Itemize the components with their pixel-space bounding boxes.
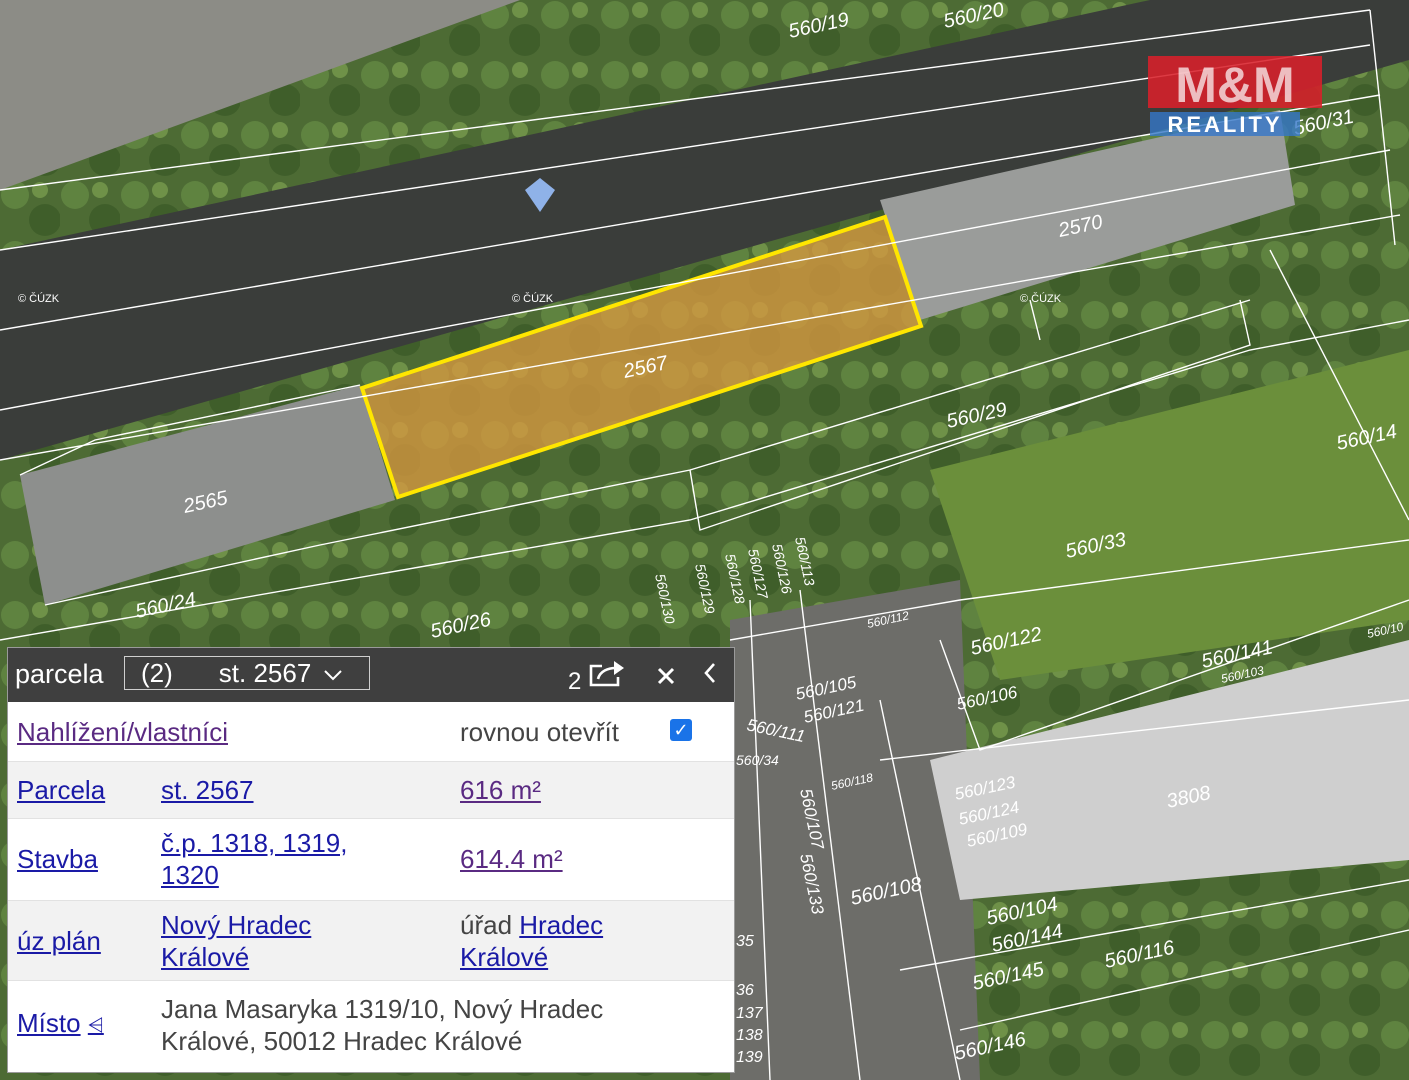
copyright-mark: © ČÚZK <box>512 292 554 305</box>
row-uz-plan: úz plán Nový Hradec Králové úřad Hradec … <box>8 900 734 980</box>
stavba-value-link[interactable]: č.p. 1318, 1319, 1320 <box>161 827 401 891</box>
copyright-mark: © ČÚZK <box>1020 292 1062 305</box>
stavba-area-link[interactable]: 614.4 m² <box>460 843 730 875</box>
misto-cell: Místo ⩤ <box>17 1007 104 1042</box>
copyright-mark: © ČÚZK <box>18 292 60 305</box>
parcel-info-panel: parcela (2) st. 2567 2 Nahlížení/vlastní… <box>8 648 734 1072</box>
watermark-line1: M&M <box>1175 57 1294 113</box>
parcel-label: 139 <box>736 1049 763 1066</box>
close-icon[interactable] <box>656 662 676 693</box>
misto-label-link[interactable]: Místo <box>17 1008 81 1038</box>
chevron-left-icon[interactable] <box>703 660 717 691</box>
parcel-label: 138 <box>736 1027 763 1044</box>
row-nahlizeni: Nahlížení/vlastníci rovnou otevřít ✓ <box>8 702 734 761</box>
parcel-label: 36 <box>736 982 754 999</box>
uz-plan-label-link[interactable]: úz plán <box>17 925 101 957</box>
row-misto: Místo ⩤ Jana Masaryka 1319/10, Nový Hrad… <box>8 980 734 1072</box>
parcel-label: 35 <box>736 933 754 950</box>
panel-header: parcela (2) st. 2567 2 <box>8 648 734 702</box>
row-parcela: Parcela st. 2567 616 m² <box>8 761 734 818</box>
open-directly-checkbox[interactable]: ✓ <box>670 719 692 741</box>
panel-type-label: parcela <box>15 659 104 689</box>
share-icon[interactable] <box>588 660 626 693</box>
uz-plan-value-link[interactable]: Nový Hradec Králové <box>161 909 361 973</box>
watermark-line2: REALITY <box>1167 112 1282 137</box>
misto-address: Jana Masaryka 1319/10, Nový Hradec Králo… <box>161 994 604 1056</box>
office-prefix: úřad <box>460 910 513 940</box>
nahlizeni-link[interactable]: Nahlížení/vlastníci <box>17 716 228 748</box>
parcel-label: 560/34 <box>736 752 779 768</box>
share-count: 2 <box>568 668 582 695</box>
parcel-count: (2) <box>141 657 173 688</box>
parcela-label-link[interactable]: Parcela <box>17 774 105 806</box>
row-stavba: Stavba č.p. 1318, 1319, 1320 614.4 m² <box>8 818 734 900</box>
mm-reality-logo: M&M REALITY <box>1148 56 1322 137</box>
parcel-label: 137 <box>736 1005 764 1022</box>
selected-parcel: st. 2567 <box>218 657 312 688</box>
parcela-value-link[interactable]: st. 2567 <box>161 774 411 806</box>
parcela-area-link[interactable]: 616 m² <box>460 774 730 806</box>
stavba-label-link[interactable]: Stavba <box>17 843 98 875</box>
parcel-select-dropdown[interactable]: (2) st. 2567 <box>124 656 370 690</box>
location-arrow-icon[interactable]: ⩤ <box>88 1015 104 1037</box>
chevron-down-icon <box>323 658 343 689</box>
office-cell: úřad Hradec Králové <box>460 909 660 973</box>
